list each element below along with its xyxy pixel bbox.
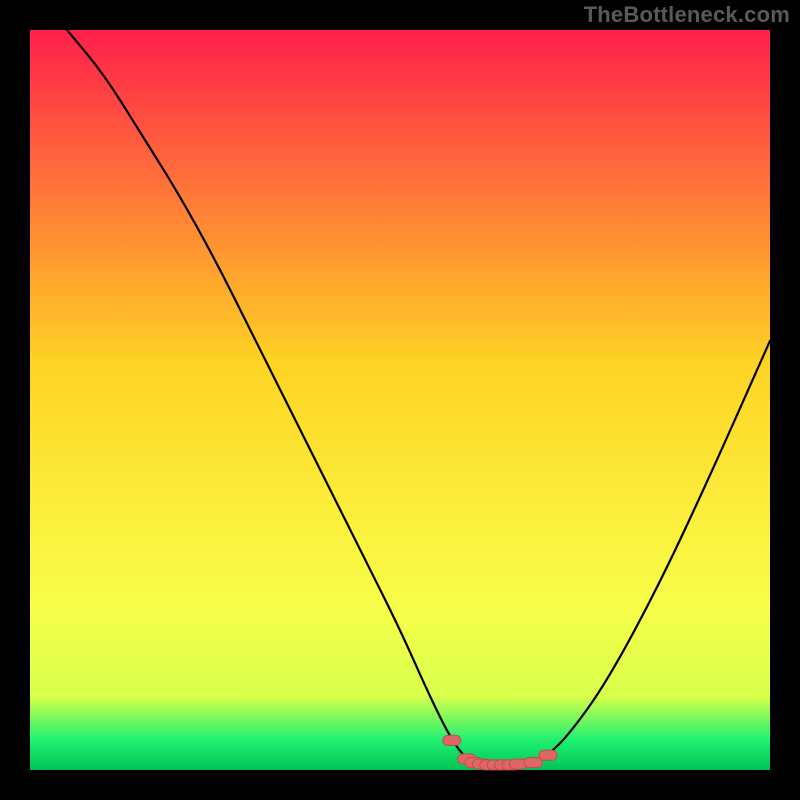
watermark-text: TheBottleneck.com	[584, 2, 790, 28]
plot-background	[30, 30, 770, 770]
bottleneck-chart	[0, 0, 800, 800]
chart-frame: TheBottleneck.com	[0, 0, 800, 800]
curve-marker	[524, 758, 542, 768]
curve-marker	[539, 750, 557, 760]
curve-marker	[443, 735, 461, 745]
